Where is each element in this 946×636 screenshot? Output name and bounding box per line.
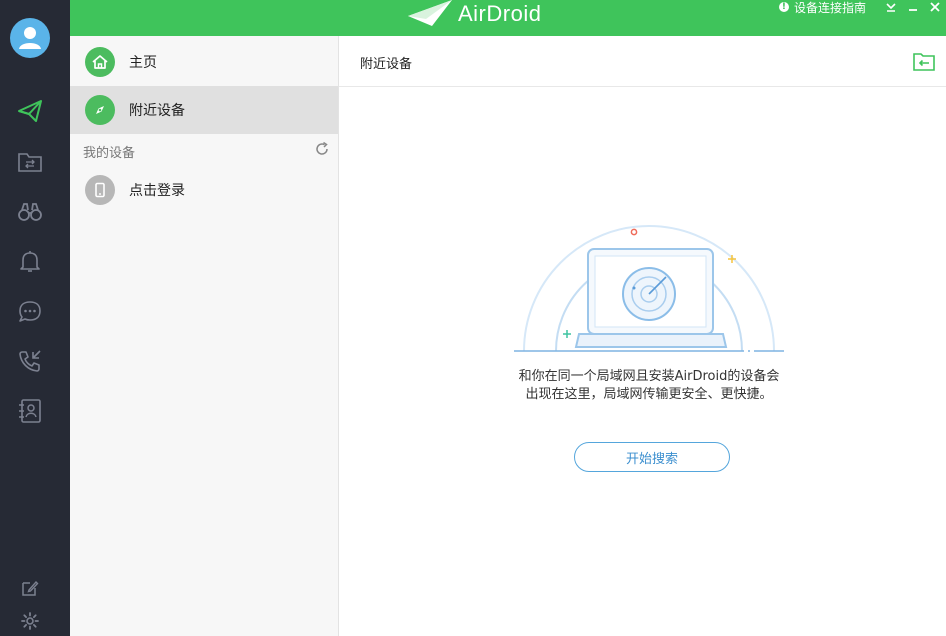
sidebar-files-button[interactable] xyxy=(15,147,45,177)
nav-label-nearby: 附近设备 xyxy=(129,103,185,119)
nav-item-home[interactable]: 主页 xyxy=(70,38,338,86)
compass-icon xyxy=(85,95,115,125)
info-icon: ! xyxy=(778,2,789,12)
binoculars-icon xyxy=(18,203,42,221)
content-header: 附近设备 xyxy=(339,36,946,87)
home-icon xyxy=(85,47,115,77)
device-panel: 主页 附近设备 我的设备 点击登录 xyxy=(70,36,339,636)
refresh-icon xyxy=(316,141,328,155)
connection-guide-label: 设备连接指南 xyxy=(793,0,866,15)
folder-transfer-icon xyxy=(18,153,42,172)
airdroid-window: AirDroid ! 设备连接指南 主页 附近设备 我的设备 点击登录 附近设备… xyxy=(0,0,946,636)
nav-item-nearby[interactable]: 附近设备 xyxy=(70,86,338,134)
paper-plane-icon xyxy=(18,100,42,122)
login-item[interactable]: 点击登录 xyxy=(70,166,338,214)
nav-label-home: 主页 xyxy=(129,55,157,71)
contacts-book-icon xyxy=(19,399,41,423)
user-avatar[interactable] xyxy=(10,18,50,58)
bell-icon xyxy=(20,251,40,272)
open-folder-button[interactable] xyxy=(912,50,936,74)
sidebar-remote-button[interactable] xyxy=(15,197,45,227)
chat-bubble-icon xyxy=(19,301,41,322)
refresh-button[interactable] xyxy=(314,141,330,157)
close-icon xyxy=(930,2,940,12)
empty-state-description: 和你在同一个局域网且安装AirDroid的设备会 出现在这里，局域网传输更安全、… xyxy=(489,368,809,404)
window-controls: ! 设备连接指南 xyxy=(778,0,946,16)
my-devices-label: 我的设备 xyxy=(83,146,136,161)
close-button[interactable] xyxy=(924,0,946,14)
sidebar-feedback-button[interactable] xyxy=(15,573,45,603)
page-title: 附近设备 xyxy=(360,57,413,72)
connection-guide-link[interactable]: ! 设备连接指南 xyxy=(778,0,866,16)
main-content: 附近设备 和你在同一个局域网且安装AirDroid的设备会 出现在这里，局域网传… xyxy=(339,36,946,636)
airdroid-logo-icon xyxy=(408,0,452,26)
title-bar: AirDroid ! 设备连接指南 xyxy=(70,0,946,36)
folder-icon xyxy=(913,53,935,71)
login-label: 点击登录 xyxy=(129,183,185,199)
start-search-button[interactable]: 开始搜索 xyxy=(574,442,730,472)
left-sidebar xyxy=(0,0,70,636)
sidebar-settings-button[interactable] xyxy=(15,606,45,636)
user-icon xyxy=(19,27,41,49)
gear-icon xyxy=(21,612,39,630)
brand-logo: AirDroid xyxy=(408,0,541,28)
sidebar-contacts-button[interactable] xyxy=(15,396,45,426)
description-line-2: 出现在这里，局域网传输更安全、更快捷。 xyxy=(525,387,773,402)
sidebar-calls-button[interactable] xyxy=(15,346,45,376)
download-arrow-icon xyxy=(886,3,896,12)
minimize-button[interactable] xyxy=(902,0,924,14)
brand-name: AirDroid xyxy=(458,1,542,26)
sidebar-notifications-button[interactable] xyxy=(15,246,45,276)
edit-icon xyxy=(22,580,39,596)
sidebar-messages-button[interactable] xyxy=(15,296,45,326)
phone-call-icon xyxy=(19,350,41,372)
minimize-icon xyxy=(909,9,917,11)
phone-icon xyxy=(85,175,115,205)
radar-laptop-illustration xyxy=(514,225,784,352)
tray-button[interactable] xyxy=(880,0,902,14)
description-line-1: 和你在同一个局域网且安装AirDroid的设备会 xyxy=(518,369,780,384)
sidebar-send-button[interactable] xyxy=(15,96,45,126)
